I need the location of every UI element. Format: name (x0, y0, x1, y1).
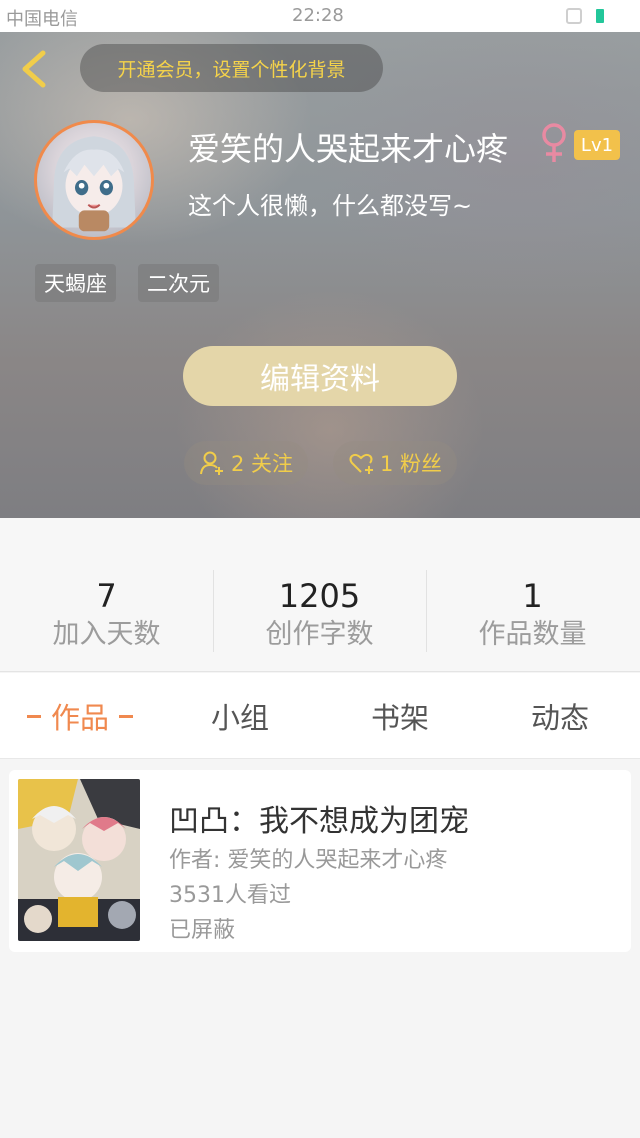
vip-banner-button[interactable]: 开通会员，设置个性化背景 (80, 44, 383, 92)
add-user-icon (199, 451, 223, 475)
avatar[interactable] (34, 120, 154, 240)
tab-group[interactable]: 小组 (160, 673, 320, 759)
active-indicator (119, 714, 133, 718)
back-button[interactable] (14, 46, 54, 92)
username: 爱笑的人哭起来才心疼 (188, 130, 509, 168)
work-view-count: 3531人看过 (169, 883, 291, 908)
work-author: 作者: 爱笑的人哭起来才心疼 (169, 848, 448, 873)
battery-icon (596, 9, 604, 23)
work-card[interactable]: 凹凸：我不想成为团宠 作者: 爱笑的人哭起来才心疼 3531人看过 已屏蔽 (9, 770, 631, 952)
heart-plus-icon (349, 453, 373, 474)
stat-value: 7 (96, 577, 117, 615)
profile-header: 中国电信 22:28 开通会员，设置个性化背景 爱笑的人哭起来才心疼 Lv1 这… (0, 0, 640, 518)
fans-count: 1 粉丝 (379, 452, 443, 476)
stat-value: 1205 (278, 577, 361, 615)
user-bio: 这个人很懒，什么都没写~ (188, 192, 473, 220)
stat-label: 加入天数 (52, 619, 161, 650)
level-badge: Lv1 (574, 130, 620, 160)
stat-value: 1 (522, 577, 543, 615)
tag-zodiac: 天蝎座 (35, 264, 116, 302)
tab-bookshelf[interactable]: 书架 (320, 673, 480, 759)
tab-works[interactable]: 作品 (0, 673, 160, 759)
tab-activity[interactable]: 动态 (480, 673, 640, 759)
work-status: 已屏蔽 (169, 918, 236, 943)
tab-label: 动态 (530, 701, 589, 735)
avatar-image (52, 136, 136, 232)
stat-word-count: 1205 创作字数 (213, 576, 426, 654)
tag-interest: 二次元 (138, 264, 219, 302)
clock: 22:28 (292, 5, 344, 26)
active-indicator (26, 714, 41, 718)
status-bar: 中国电信 22:28 (0, 0, 640, 32)
carrier-label: 中国电信 (6, 9, 78, 30)
stat-works-count: 1 作品数量 (426, 576, 639, 654)
chevron-left-icon (22, 50, 46, 88)
edit-profile-button[interactable]: 编辑资料 (183, 346, 457, 406)
tab-label: 小组 (210, 701, 269, 735)
stat-days-joined: 7 加入天数 (0, 576, 213, 654)
work-cover-image (18, 779, 140, 941)
profile-tabs: 作品 小组 书架 动态 (0, 673, 640, 759)
stats-panel: 7 加入天数 1205 创作字数 1 作品数量 (0, 518, 640, 672)
alarm-icon (566, 8, 582, 24)
cover-illustration (18, 779, 140, 941)
stat-label: 作品数量 (478, 619, 587, 650)
tab-label: 作品 (50, 701, 109, 735)
fans-button[interactable]: 1 粉丝 (333, 441, 457, 485)
female-icon (542, 123, 566, 162)
tab-label: 书架 (370, 701, 429, 735)
stat-label: 创作字数 (265, 619, 374, 650)
following-count: 2 关注 (230, 452, 294, 476)
following-button[interactable]: 2 关注 (184, 441, 308, 485)
work-title: 凹凸：我不想成为团宠 (169, 804, 469, 839)
